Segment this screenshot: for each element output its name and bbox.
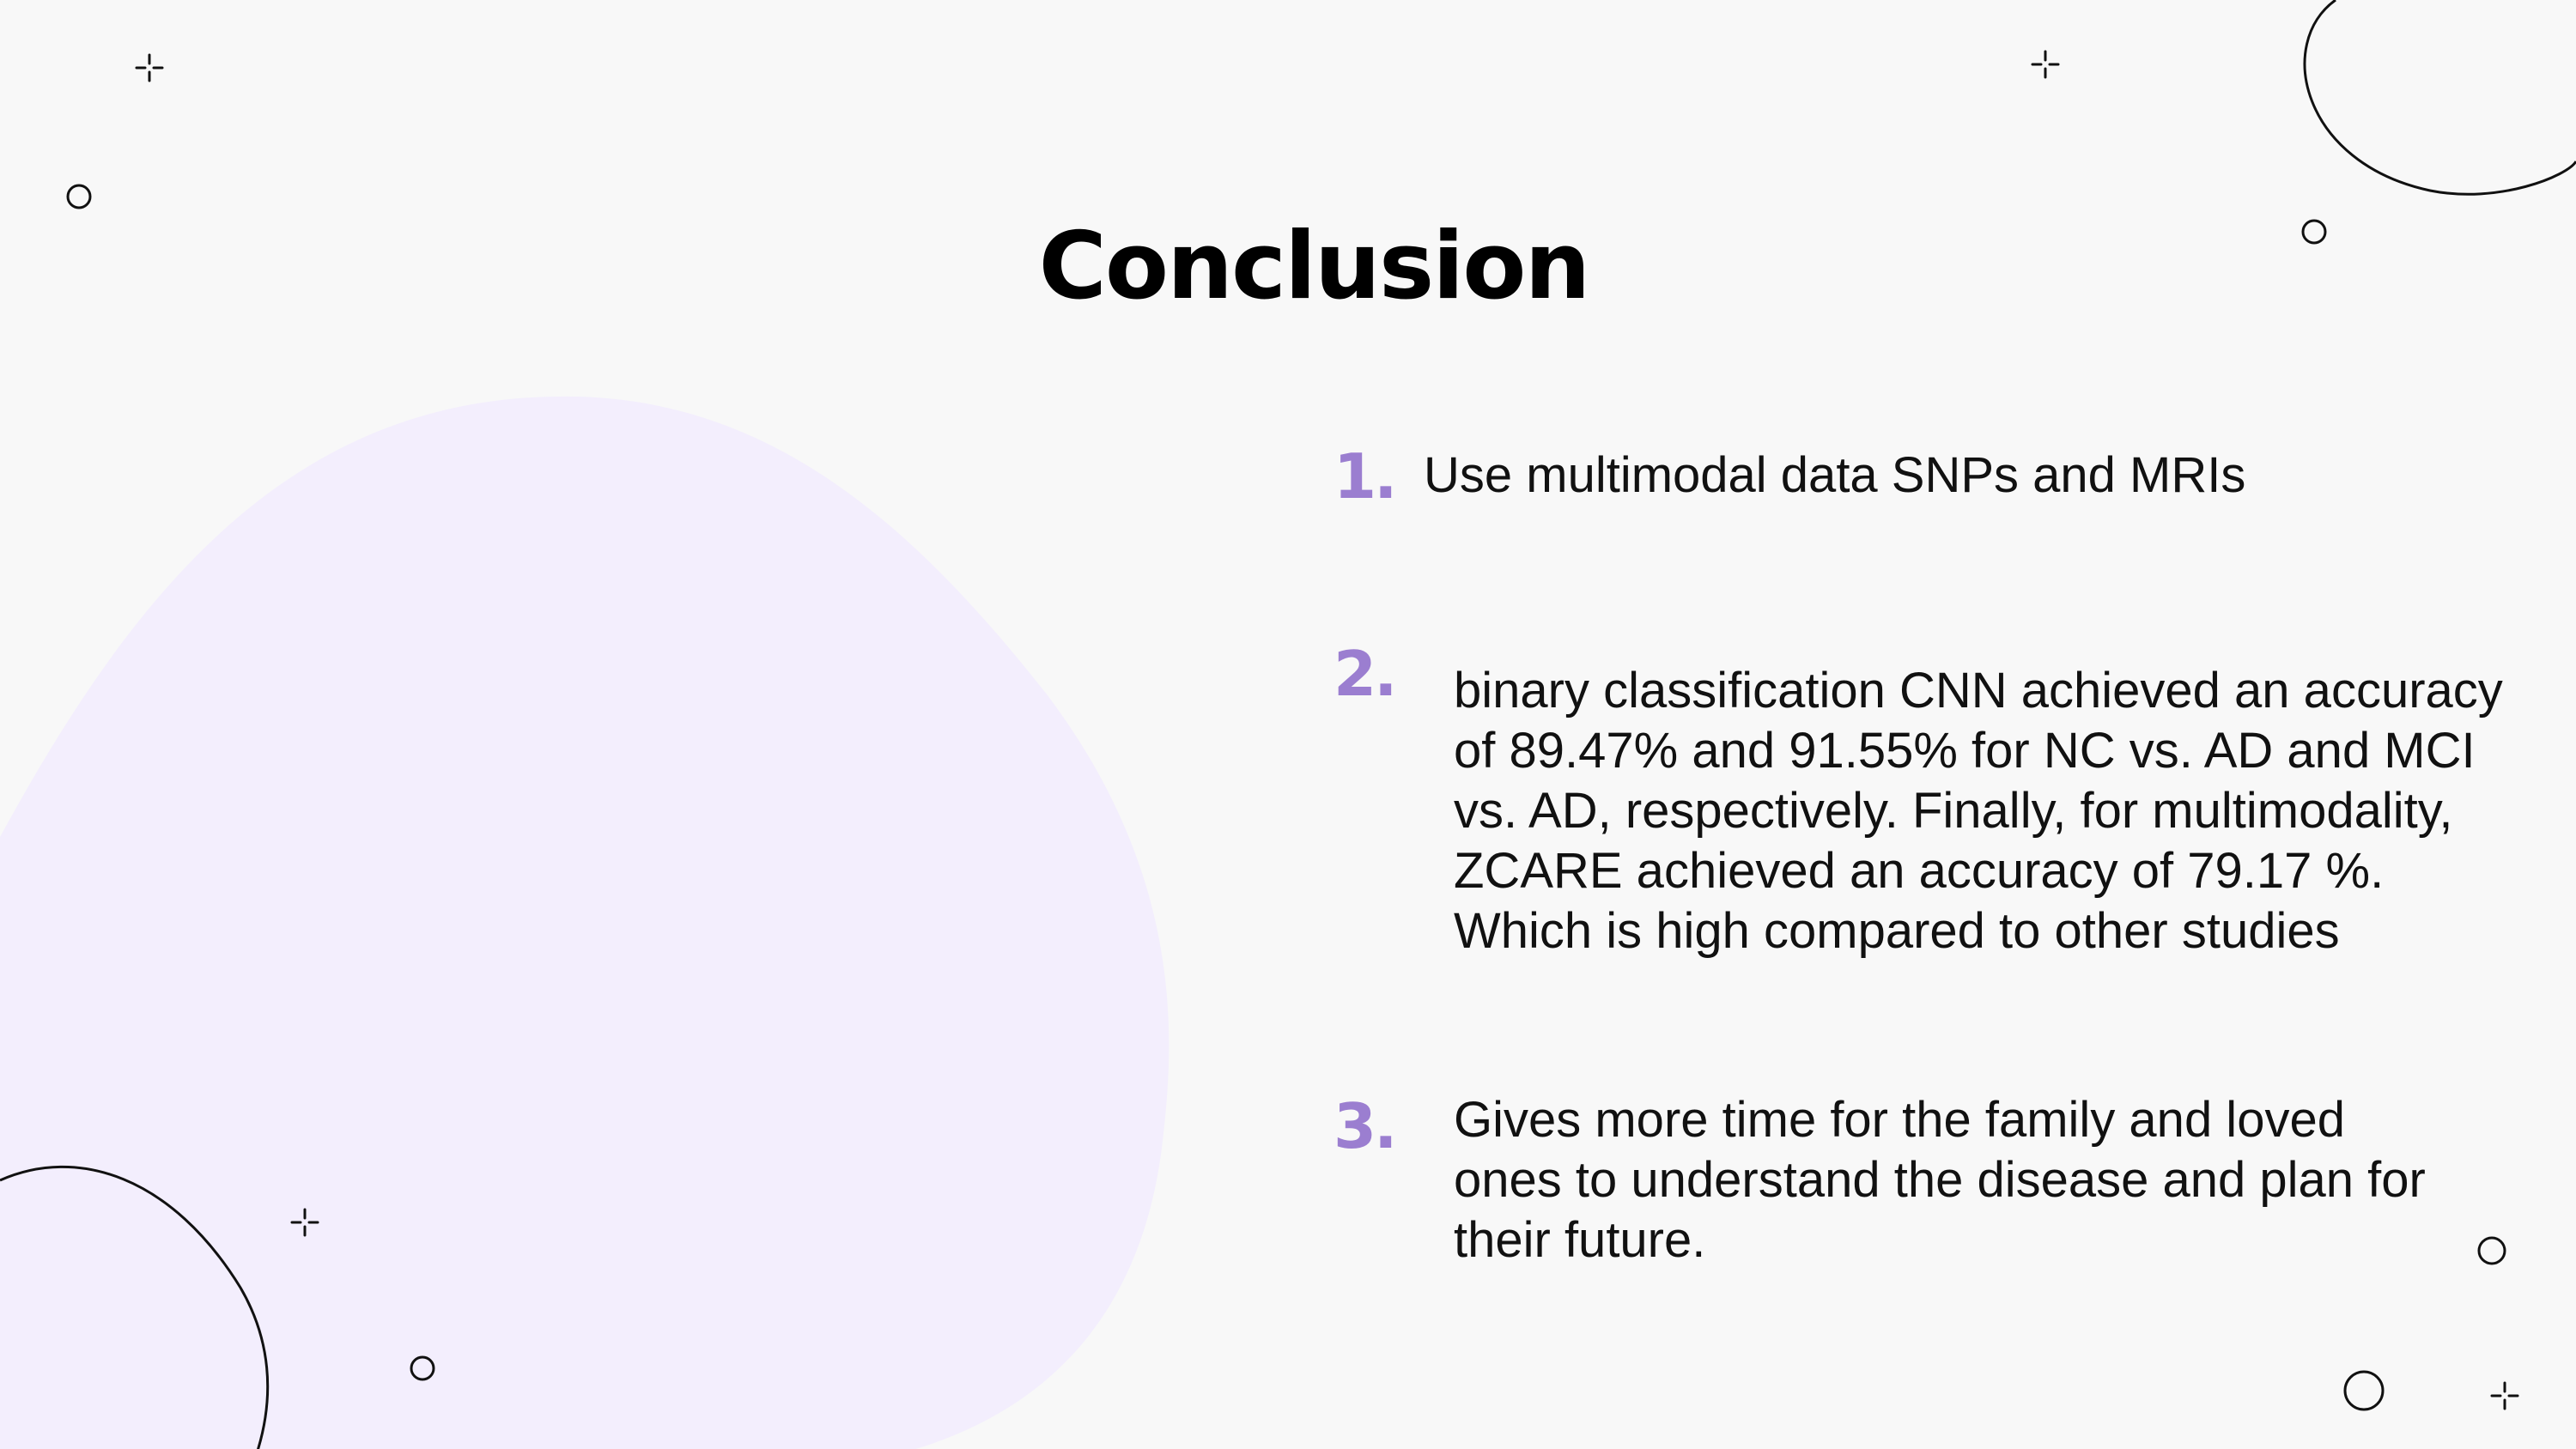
- medium-circle-icon: [2343, 1370, 2385, 1411]
- sparkle-icon: [135, 53, 164, 82]
- slide: Conclusion 1. Use multimodal data SNPs a…: [0, 0, 2576, 1449]
- item-number-2: 2.: [1334, 638, 1397, 710]
- sparkle-icon: [2490, 1381, 2519, 1410]
- sparkle-icon: [2031, 50, 2060, 79]
- item-number-1: 1.: [1334, 440, 1397, 512]
- outline-oval-top-right: [2303, 0, 2576, 196]
- item-text-3: Gives more time for the family and loved…: [1454, 1092, 2426, 1268]
- item-text-2: binary classification CNN achieved an ac…: [1454, 663, 2503, 959]
- item-number-3: 3.: [1334, 1090, 1397, 1162]
- slide-title: Conclusion: [1038, 213, 1591, 320]
- item-text-1: Use multimodal data SNPs and MRIs: [1424, 447, 2246, 503]
- small-circle-icon: [2477, 1236, 2506, 1265]
- background-blob: [0, 396, 1170, 1449]
